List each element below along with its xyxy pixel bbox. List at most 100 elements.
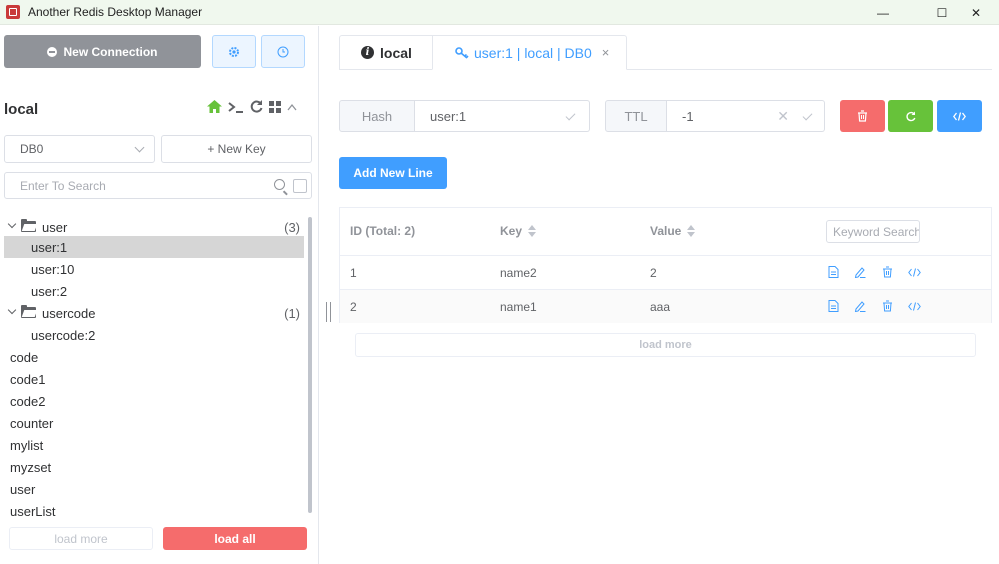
- tree-item-user-1[interactable]: user:1: [4, 236, 304, 258]
- tree-item-user-2[interactable]: user:2: [4, 280, 304, 302]
- code-icon[interactable]: [907, 265, 921, 279]
- resize-handle[interactable]: [326, 302, 331, 322]
- keyword-search-input[interactable]: Keyword Search: [826, 220, 920, 243]
- code-icon[interactable]: [907, 299, 921, 313]
- tree-item-label: mylist: [10, 437, 44, 453]
- trash-icon[interactable]: [880, 299, 894, 313]
- refresh-key-button[interactable]: [888, 100, 933, 132]
- chevron-up-icon[interactable]: [287, 103, 297, 111]
- cell-id: 2: [350, 300, 357, 314]
- window-title: Another Redis Desktop Manager: [28, 5, 203, 19]
- tree-item-myzset[interactable]: myzset: [4, 456, 304, 478]
- key-name-input[interactable]: user:1: [415, 100, 590, 132]
- connection-toolbar: [207, 100, 297, 113]
- cell-value: aaa: [650, 300, 671, 314]
- tab-label: user:1 | local | DB0: [474, 44, 592, 61]
- tab-local[interactable]: i local: [339, 35, 433, 70]
- tree-item-code1[interactable]: code1: [4, 368, 304, 390]
- new-key-button[interactable]: + New Key: [161, 135, 312, 163]
- refresh-icon: [906, 111, 916, 121]
- clock-icon: [277, 46, 289, 57]
- tree-scrollbar[interactable]: [308, 217, 312, 513]
- tree-item-usercode-2[interactable]: usercode:2: [4, 324, 304, 346]
- load-more-keys-button[interactable]: load more: [9, 527, 153, 550]
- row-actions: [826, 265, 921, 279]
- column-header-label: Key: [500, 224, 523, 238]
- delete-key-button[interactable]: [840, 100, 885, 132]
- column-header-key[interactable]: Key: [500, 224, 537, 238]
- db-select-value: DB0: [20, 142, 44, 156]
- refresh-icon[interactable]: [250, 100, 263, 113]
- tree-item-code[interactable]: code: [4, 346, 304, 368]
- table-row: 2 name1 aaa: [340, 289, 991, 323]
- tree-item-label: user: [42, 219, 68, 235]
- ttl-label: TTL: [605, 100, 667, 132]
- tree-item-user-10[interactable]: user:10: [4, 258, 304, 280]
- ttl-input[interactable]: -1 ✕: [667, 100, 825, 132]
- tree-item-label: user:1: [31, 239, 68, 255]
- tree-item-label: usercode: [42, 305, 96, 321]
- tree-item-code2[interactable]: code2: [4, 390, 304, 412]
- settings-button[interactable]: [212, 35, 256, 68]
- sort-icon[interactable]: [687, 225, 696, 237]
- tree-item-label: user: [10, 481, 36, 497]
- sort-icon[interactable]: [528, 225, 537, 237]
- trash-icon[interactable]: [880, 265, 894, 279]
- minimize-button[interactable]: —: [860, 0, 906, 25]
- load-more-rows-button[interactable]: load more: [355, 333, 976, 357]
- home-icon[interactable]: [207, 100, 222, 113]
- cell-key: name2: [500, 266, 537, 280]
- tree-item-userlist[interactable]: userList: [4, 500, 304, 522]
- history-button[interactable]: [261, 35, 305, 68]
- add-new-line-button[interactable]: Add New Line: [339, 157, 447, 189]
- close-tab-icon[interactable]: ×: [602, 45, 610, 60]
- load-all-keys-button[interactable]: load all: [163, 527, 307, 550]
- sidebar: New Connection local DB0 + New Key Enter…: [0, 26, 318, 564]
- terminal-icon[interactable]: [228, 101, 244, 113]
- copy-icon[interactable]: [826, 265, 840, 279]
- tree-folder-user[interactable]: user (3): [4, 216, 304, 238]
- column-header-id: ID (Total: 2): [350, 224, 415, 238]
- tree-item-label: userList: [10, 503, 56, 519]
- folder-open-icon: [21, 219, 36, 232]
- tree-item-label: myzset: [10, 459, 52, 475]
- check-icon[interactable]: [565, 110, 576, 121]
- column-header-label: ID (Total: 2): [350, 224, 416, 238]
- connection-name: local: [4, 101, 39, 118]
- close-window-button[interactable]: ✕: [953, 0, 999, 25]
- edit-icon[interactable]: [853, 299, 867, 313]
- dump-command-button[interactable]: [937, 100, 982, 132]
- chevron-down-icon[interactable]: [7, 219, 17, 229]
- chevron-down-icon[interactable]: [7, 305, 17, 315]
- code-icon: [953, 111, 966, 121]
- tree-item-label: user:2: [31, 283, 68, 299]
- search-icon[interactable]: [274, 179, 285, 190]
- tree-item-mylist[interactable]: mylist: [4, 434, 304, 456]
- row-actions: [826, 299, 921, 313]
- tree-item-label: usercode:2: [31, 327, 96, 343]
- key-type-label: Hash: [339, 100, 415, 132]
- edit-icon[interactable]: [853, 265, 867, 279]
- app-logo-icon: [6, 5, 20, 19]
- grid-icon[interactable]: [269, 100, 281, 113]
- info-icon: i: [361, 46, 374, 59]
- new-connection-button[interactable]: New Connection: [4, 35, 201, 68]
- key-search-input[interactable]: Enter To Search: [4, 172, 312, 199]
- key-icon: [455, 46, 469, 59]
- copy-icon[interactable]: [826, 299, 840, 313]
- tree-item-user-root[interactable]: user: [4, 478, 304, 500]
- chevron-down-icon: [134, 142, 145, 153]
- db-select[interactable]: DB0: [4, 135, 155, 163]
- folder-open-icon: [21, 305, 36, 318]
- tree-item-label: code1: [10, 371, 46, 387]
- tree-item-count: (3): [284, 219, 300, 235]
- cell-value: 2: [650, 266, 657, 280]
- column-header-value[interactable]: Value: [650, 224, 696, 238]
- tab-key-user-1[interactable]: user:1 | local | DB0 ×: [432, 35, 627, 70]
- check-icon[interactable]: [802, 110, 813, 121]
- clear-icon[interactable]: ✕: [777, 108, 789, 125]
- tree-item-counter[interactable]: counter: [4, 412, 304, 434]
- exact-search-checkbox[interactable]: [293, 179, 307, 193]
- tree-item-label: user:10: [31, 261, 75, 277]
- tree-folder-usercode[interactable]: usercode (1): [4, 302, 304, 324]
